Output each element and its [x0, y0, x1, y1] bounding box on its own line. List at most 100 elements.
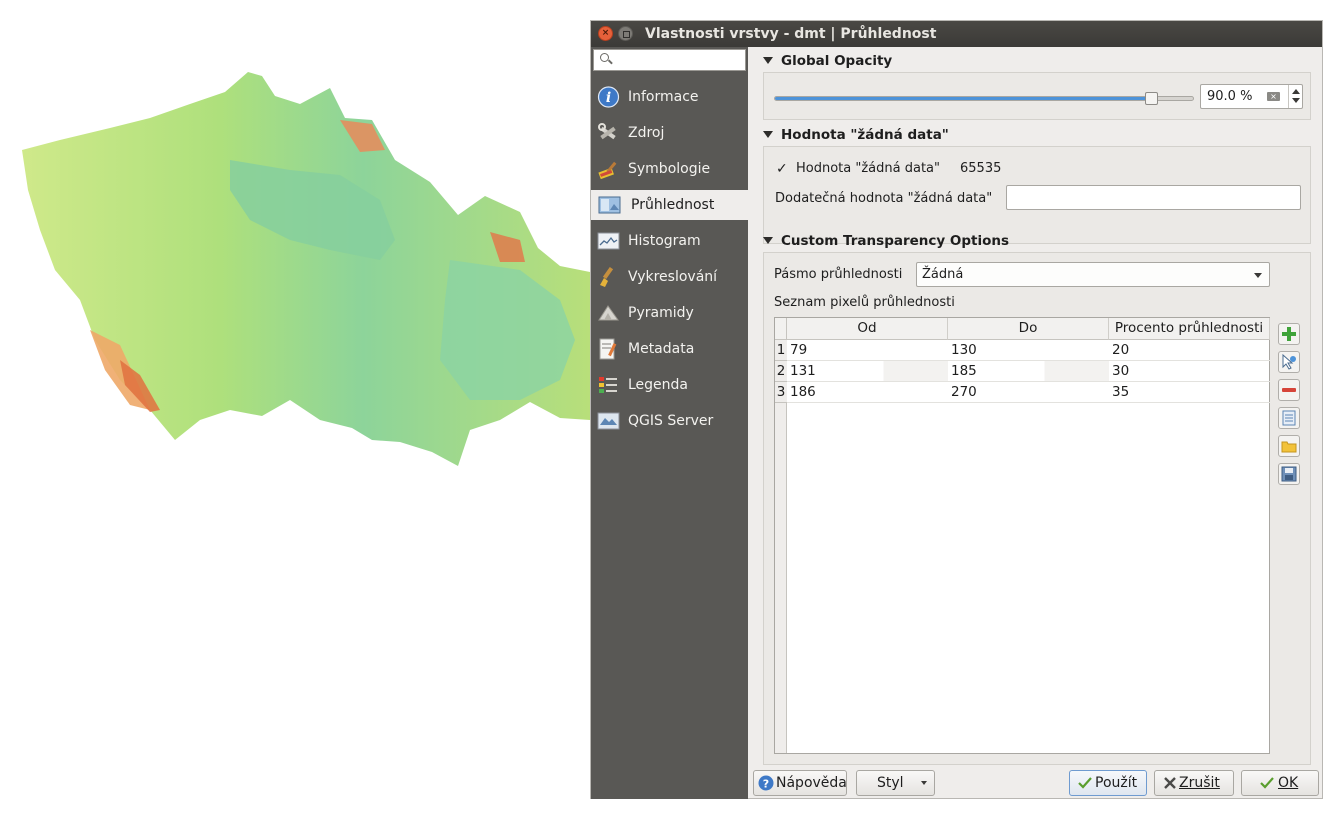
sidebar-item-label: QGIS Server [628, 413, 714, 429]
table-cell-from[interactable]: 131 [787, 361, 948, 382]
sidebar-item-label: Legenda [628, 377, 689, 393]
table-cell-percent[interactable]: 20 [1109, 340, 1270, 361]
collapse-arrow-icon [763, 237, 773, 244]
clear-icon[interactable]: × [1267, 92, 1280, 101]
sidebar: i Informace Zdroj Symbologie Průhlednost… [591, 47, 748, 799]
map-canvas[interactable] [0, 0, 600, 819]
row-number[interactable]: 1 [775, 340, 787, 361]
table-default-icon [1282, 410, 1296, 426]
rendering-brush-icon [600, 266, 614, 287]
sidebar-item-symbologie[interactable]: Symbologie [591, 154, 748, 184]
sidebar-item-vykreslovani[interactable]: Vykreslování [591, 262, 748, 292]
cancel-button[interactable]: Zrušit [1154, 770, 1234, 796]
window-title: Vlastnosti vrstvy - dmt | Průhlednost [645, 26, 937, 42]
column-header-do[interactable]: Do [948, 318, 1109, 340]
transparency-icon [598, 196, 621, 214]
apply-button[interactable]: Použít [1069, 770, 1147, 796]
default-values-button[interactable] [1278, 407, 1300, 429]
search-icon [600, 53, 609, 62]
table-cell-from[interactable]: 186 [787, 382, 948, 403]
sidebar-item-label: Histogram [628, 233, 701, 249]
pick-pixel-icon [1282, 353, 1296, 370]
collapse-arrow-icon [763, 57, 773, 64]
help-button[interactable]: ? Nápověda [753, 770, 847, 796]
ok-button[interactable]: OK [1241, 770, 1319, 796]
sidebar-item-histogram[interactable]: Histogram [591, 226, 748, 256]
info-icon: i [597, 86, 620, 108]
nodata-header[interactable]: Hodnota "žádná data" [763, 127, 949, 143]
table-cell-to[interactable]: 185 [948, 361, 1109, 382]
legend-icon [599, 377, 617, 393]
sidebar-item-label: Vykreslování [628, 269, 718, 285]
close-icon [1164, 777, 1176, 789]
close-window-icon[interactable]: × [598, 26, 613, 41]
qgis-server-icon [597, 412, 620, 430]
sidebar-item-informace[interactable]: i Informace [591, 82, 748, 112]
layer-properties-dialog: × Vlastnosti vrstvy - dmt | Průhlednost … [590, 20, 1323, 799]
band-select[interactable]: Žádná [916, 262, 1270, 287]
sidebar-item-label: Metadata [628, 341, 695, 357]
title-bar[interactable]: × Vlastnosti vrstvy - dmt | Průhlednost [591, 21, 1322, 47]
transparency-pixel-table[interactable]: Od Do Procento průhlednosti 1 79 130 20 … [774, 317, 1270, 754]
sidebar-item-pyramidy[interactable]: Pyramidy [591, 298, 748, 328]
chevron-down-icon [1254, 273, 1262, 278]
save-icon [1281, 466, 1297, 482]
sidebar-item-label: Průhlednost [631, 197, 715, 213]
table-cell-from[interactable]: 79 [787, 340, 948, 361]
chevron-down-icon [921, 781, 927, 785]
opacity-spinbox[interactable]: 90.0 % × [1200, 84, 1303, 109]
pixel-list-label: Seznam pixelů průhlednosti [774, 295, 955, 310]
check-icon [1260, 777, 1274, 789]
style-menu-button[interactable]: Styl [856, 770, 935, 796]
custom-transparency-group: Pásmo průhlednosti Žádná Seznam pixelů p… [763, 252, 1311, 765]
pyramids-icon [598, 305, 619, 321]
table-cell-to[interactable]: 130 [948, 340, 1109, 361]
sidebar-search-input[interactable] [593, 49, 746, 71]
global-opacity-header[interactable]: Global Opacity [763, 53, 892, 69]
sidebar-item-qgis-server[interactable]: QGIS Server [591, 406, 748, 436]
histogram-icon [597, 232, 620, 250]
plus-icon [1282, 327, 1296, 341]
table-cell-percent[interactable]: 30 [1109, 361, 1270, 382]
czech-elevation-map [22, 72, 590, 466]
table-cell-percent[interactable]: 35 [1109, 382, 1270, 403]
import-button[interactable] [1278, 435, 1300, 457]
minus-icon [1282, 388, 1296, 392]
sidebar-item-pruhlednost[interactable]: Průhlednost [591, 190, 748, 220]
opacity-slider[interactable] [774, 92, 1194, 105]
sidebar-item-label: Zdroj [628, 125, 665, 141]
export-button[interactable] [1278, 463, 1300, 485]
source-tools-icon [598, 123, 616, 140]
column-header-percent[interactable]: Procento průhlednosti [1109, 318, 1270, 340]
sidebar-item-zdroj[interactable]: Zdroj [591, 118, 748, 148]
additional-nodata-label: Dodatečná hodnota "žádná data" [775, 191, 993, 206]
svg-text:i: i [606, 90, 611, 106]
add-from-display-button[interactable] [1278, 351, 1300, 373]
check-icon [1078, 777, 1092, 789]
remove-row-button[interactable] [1278, 379, 1300, 401]
spin-down-icon[interactable] [1292, 98, 1300, 103]
row-number[interactable]: 2 [775, 361, 787, 382]
add-row-button[interactable] [1278, 323, 1300, 345]
sidebar-item-label: Pyramidy [628, 305, 694, 321]
sidebar-item-legenda[interactable]: Legenda [591, 370, 748, 400]
restore-window-icon[interactable] [618, 26, 633, 41]
sidebar-item-metadata[interactable]: Metadata [591, 334, 748, 364]
opacity-value: 90.0 % [1207, 89, 1253, 104]
column-header-od[interactable]: Od [787, 318, 948, 340]
global-opacity-group: 90.0 % × [763, 72, 1311, 120]
custom-transparency-header[interactable]: Custom Transparency Options [763, 233, 1009, 249]
nodata-checkbox[interactable]: ✓ [776, 162, 790, 176]
folder-icon [1281, 441, 1297, 453]
row-number[interactable]: 3 [775, 382, 787, 403]
nodata-value: 65535 [960, 161, 1002, 176]
spin-up-icon[interactable] [1292, 89, 1300, 94]
table-cell-to[interactable]: 270 [948, 382, 1109, 403]
additional-nodata-input[interactable] [1006, 185, 1301, 210]
symbology-brush-icon [598, 161, 617, 180]
spinbox-arrows[interactable] [1288, 85, 1302, 108]
metadata-icon [599, 338, 617, 360]
table-corner [775, 318, 787, 340]
opacity-slider-handle[interactable] [1145, 92, 1159, 105]
sidebar-item-label: Symbologie [628, 161, 711, 177]
